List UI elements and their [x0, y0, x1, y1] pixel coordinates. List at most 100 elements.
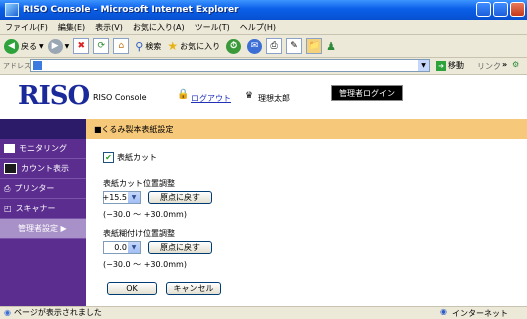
- ie-app-icon: [5, 3, 19, 17]
- search-label: 検索: [145, 41, 162, 51]
- sidebar-item-count[interactable]: カウント表示: [0, 159, 86, 179]
- chevron-right-icon[interactable]: »: [502, 60, 507, 69]
- printer-icon: ⎙: [4, 183, 11, 193]
- logout-link[interactable]: ログアウト: [191, 93, 231, 104]
- forward-button[interactable]: ▶ ▼: [47, 38, 70, 54]
- sidebar-item-label: カウント表示: [21, 164, 69, 173]
- print-button[interactable]: ⎙: [266, 38, 283, 54]
- sidebar: モニタリング カウント表示 ⎙ プリンター ◰ スキャナー 管理者設定 ▶: [0, 139, 86, 306]
- glue-reset-button[interactable]: 原点に戻す: [148, 241, 212, 254]
- menu-file[interactable]: ファイル(F): [0, 22, 53, 33]
- scanner-icon: ◰: [4, 204, 12, 213]
- back-button[interactable]: ◀ 戻る ▼: [4, 38, 44, 54]
- sidebar-item-label: モニタリング: [19, 144, 67, 153]
- monitor-icon: [4, 144, 15, 153]
- chevron-down-icon: ▼: [64, 42, 70, 50]
- chevron-down-icon: ▼: [128, 242, 140, 253]
- sidebar-item-printer[interactable]: ⎙ プリンター: [0, 179, 86, 199]
- console-label: RISO Console: [93, 93, 147, 102]
- status-zone: インターネット: [452, 309, 508, 318]
- stop-icon: ✖: [73, 38, 90, 54]
- cut-reset-button[interactable]: 原点に戻す: [148, 191, 212, 204]
- logout-icon: 🔒: [177, 89, 190, 100]
- go-button[interactable]: ➜ 移動: [436, 60, 464, 71]
- star-icon: ★: [167, 39, 179, 53]
- mail-button[interactable]: ✉: [247, 38, 263, 54]
- back-arrow-icon: ◀: [4, 38, 19, 54]
- cover-cut-checkbox[interactable]: ✔: [103, 152, 114, 163]
- search-icon: ⚲: [135, 39, 144, 53]
- favorites-button[interactable]: ★ お気に入り: [167, 39, 220, 53]
- glue-position-label: 表紙糊付け位置調整: [103, 229, 175, 238]
- address-bar: アドレス(D) ▼ ➜ 移動 リンク » ⚙: [0, 58, 527, 75]
- home-icon: ⌂: [113, 38, 130, 54]
- extension-icon[interactable]: ⚙: [512, 60, 519, 69]
- menu-help[interactable]: ヘルプ(H): [235, 22, 281, 33]
- counter-icon: [4, 163, 17, 174]
- cut-position-select[interactable]: +15.5 ▼: [102, 191, 141, 204]
- riso-logo: RISO: [18, 81, 90, 111]
- menu-tools[interactable]: ツール(T): [190, 22, 235, 33]
- edit-button[interactable]: ✎: [286, 38, 303, 54]
- cover-cut-label: 表紙カット: [117, 153, 157, 162]
- refresh-icon: ⟳: [93, 38, 110, 54]
- cover-cut-row: ✔ 表紙カット: [103, 152, 157, 163]
- window-titlebar: RISO Console - Microsoft Internet Explor…: [0, 0, 527, 20]
- page-content: RISO RISO Console 🔒 ログアウト ♛ 理想太郎 管理者ログイン…: [0, 75, 527, 306]
- search-button[interactable]: ⚲ 検索: [135, 40, 161, 53]
- folder-icon: 📁: [306, 38, 323, 54]
- chevron-down-icon: ▼: [39, 42, 44, 50]
- sidebar-item-label: プリンター: [14, 184, 55, 193]
- mail-icon: ✉: [247, 38, 263, 54]
- status-bar: ◉ ページが表示されました ◉ インターネット: [0, 306, 527, 318]
- page-icon: [33, 61, 42, 70]
- sidebar-item-admin-settings[interactable]: 管理者設定 ▶: [0, 219, 86, 239]
- menu-edit[interactable]: 編集(E): [53, 22, 90, 33]
- cut-position-value: +15.5: [102, 193, 127, 202]
- maximize-button[interactable]: [493, 2, 508, 17]
- back-label: 戻る: [21, 41, 37, 51]
- menu-bar: ファイル(F) 編集(E) 表示(V) お気に入り(A) ツール(T) ヘルプ(…: [0, 20, 527, 35]
- window-title: RISO Console - Microsoft Internet Explor…: [23, 5, 239, 15]
- minimize-button[interactable]: [476, 2, 491, 17]
- go-label: 移動: [448, 61, 464, 70]
- status-text: ページが表示されました: [13, 308, 102, 317]
- history-icon: ⏱: [226, 38, 242, 54]
- menu-favorites[interactable]: お気に入り(A): [128, 22, 190, 33]
- messenger-icon: ♟: [326, 39, 336, 53]
- address-dropdown-icon[interactable]: ▼: [418, 60, 429, 71]
- ok-button[interactable]: OK: [107, 282, 157, 295]
- user-name: 理想太郎: [258, 94, 290, 103]
- messenger-button[interactable]: ♟: [326, 40, 336, 53]
- folder-button[interactable]: 📁: [306, 38, 323, 54]
- page-status-icon: ◉: [4, 308, 11, 317]
- page-header: RISO RISO Console 🔒 ログアウト ♛ 理想太郎 管理者ログイン: [0, 75, 527, 119]
- home-button[interactable]: ⌂: [113, 38, 130, 54]
- cut-position-label: 表紙カット位置調整: [103, 179, 175, 188]
- stop-button[interactable]: ✖: [73, 38, 90, 54]
- internet-zone-icon: ◉: [440, 307, 447, 316]
- refresh-button[interactable]: ⟳: [93, 38, 110, 54]
- edit-icon: ✎: [286, 38, 303, 54]
- glue-position-select[interactable]: 0.0 ▼: [103, 241, 141, 254]
- settings-form: ✔ 表紙カット 表紙カット位置調整 +15.5 ▼ 原点に戻す (−30.0 〜…: [86, 139, 527, 306]
- menu-view[interactable]: 表示(V): [90, 22, 128, 33]
- close-button[interactable]: [510, 2, 525, 17]
- sidebar-item-monitoring[interactable]: モニタリング: [0, 139, 86, 159]
- favorites-label: お気に入り: [180, 41, 221, 51]
- cut-range-text: (−30.0 〜 +30.0mm): [103, 210, 187, 219]
- address-input[interactable]: ▼: [30, 59, 430, 72]
- section-title: ■くるみ製本表紙設定: [86, 119, 527, 139]
- forward-arrow-icon: ▶: [47, 38, 63, 54]
- sidebar-item-label: スキャナー: [15, 204, 56, 213]
- user-icon: ♛: [245, 91, 254, 101]
- glue-range-text: (−30.0 〜 +30.0mm): [103, 260, 187, 269]
- print-icon: ⎙: [266, 38, 283, 54]
- sidebar-item-scanner[interactable]: ◰ スキャナー: [0, 199, 86, 219]
- admin-login-button[interactable]: 管理者ログイン: [331, 85, 403, 101]
- browser-toolbar: ◀ 戻る ▼ ▶ ▼ ✖ ⟳ ⌂ ⚲ 検索 ★ お気に入り ⏱ ✉ ⎙ ✎ 📁 …: [0, 35, 527, 58]
- history-button[interactable]: ⏱: [226, 38, 242, 54]
- cancel-button[interactable]: キャンセル: [166, 282, 221, 295]
- links-label[interactable]: リンク: [477, 61, 501, 72]
- glue-position-value: 0.0: [114, 243, 127, 252]
